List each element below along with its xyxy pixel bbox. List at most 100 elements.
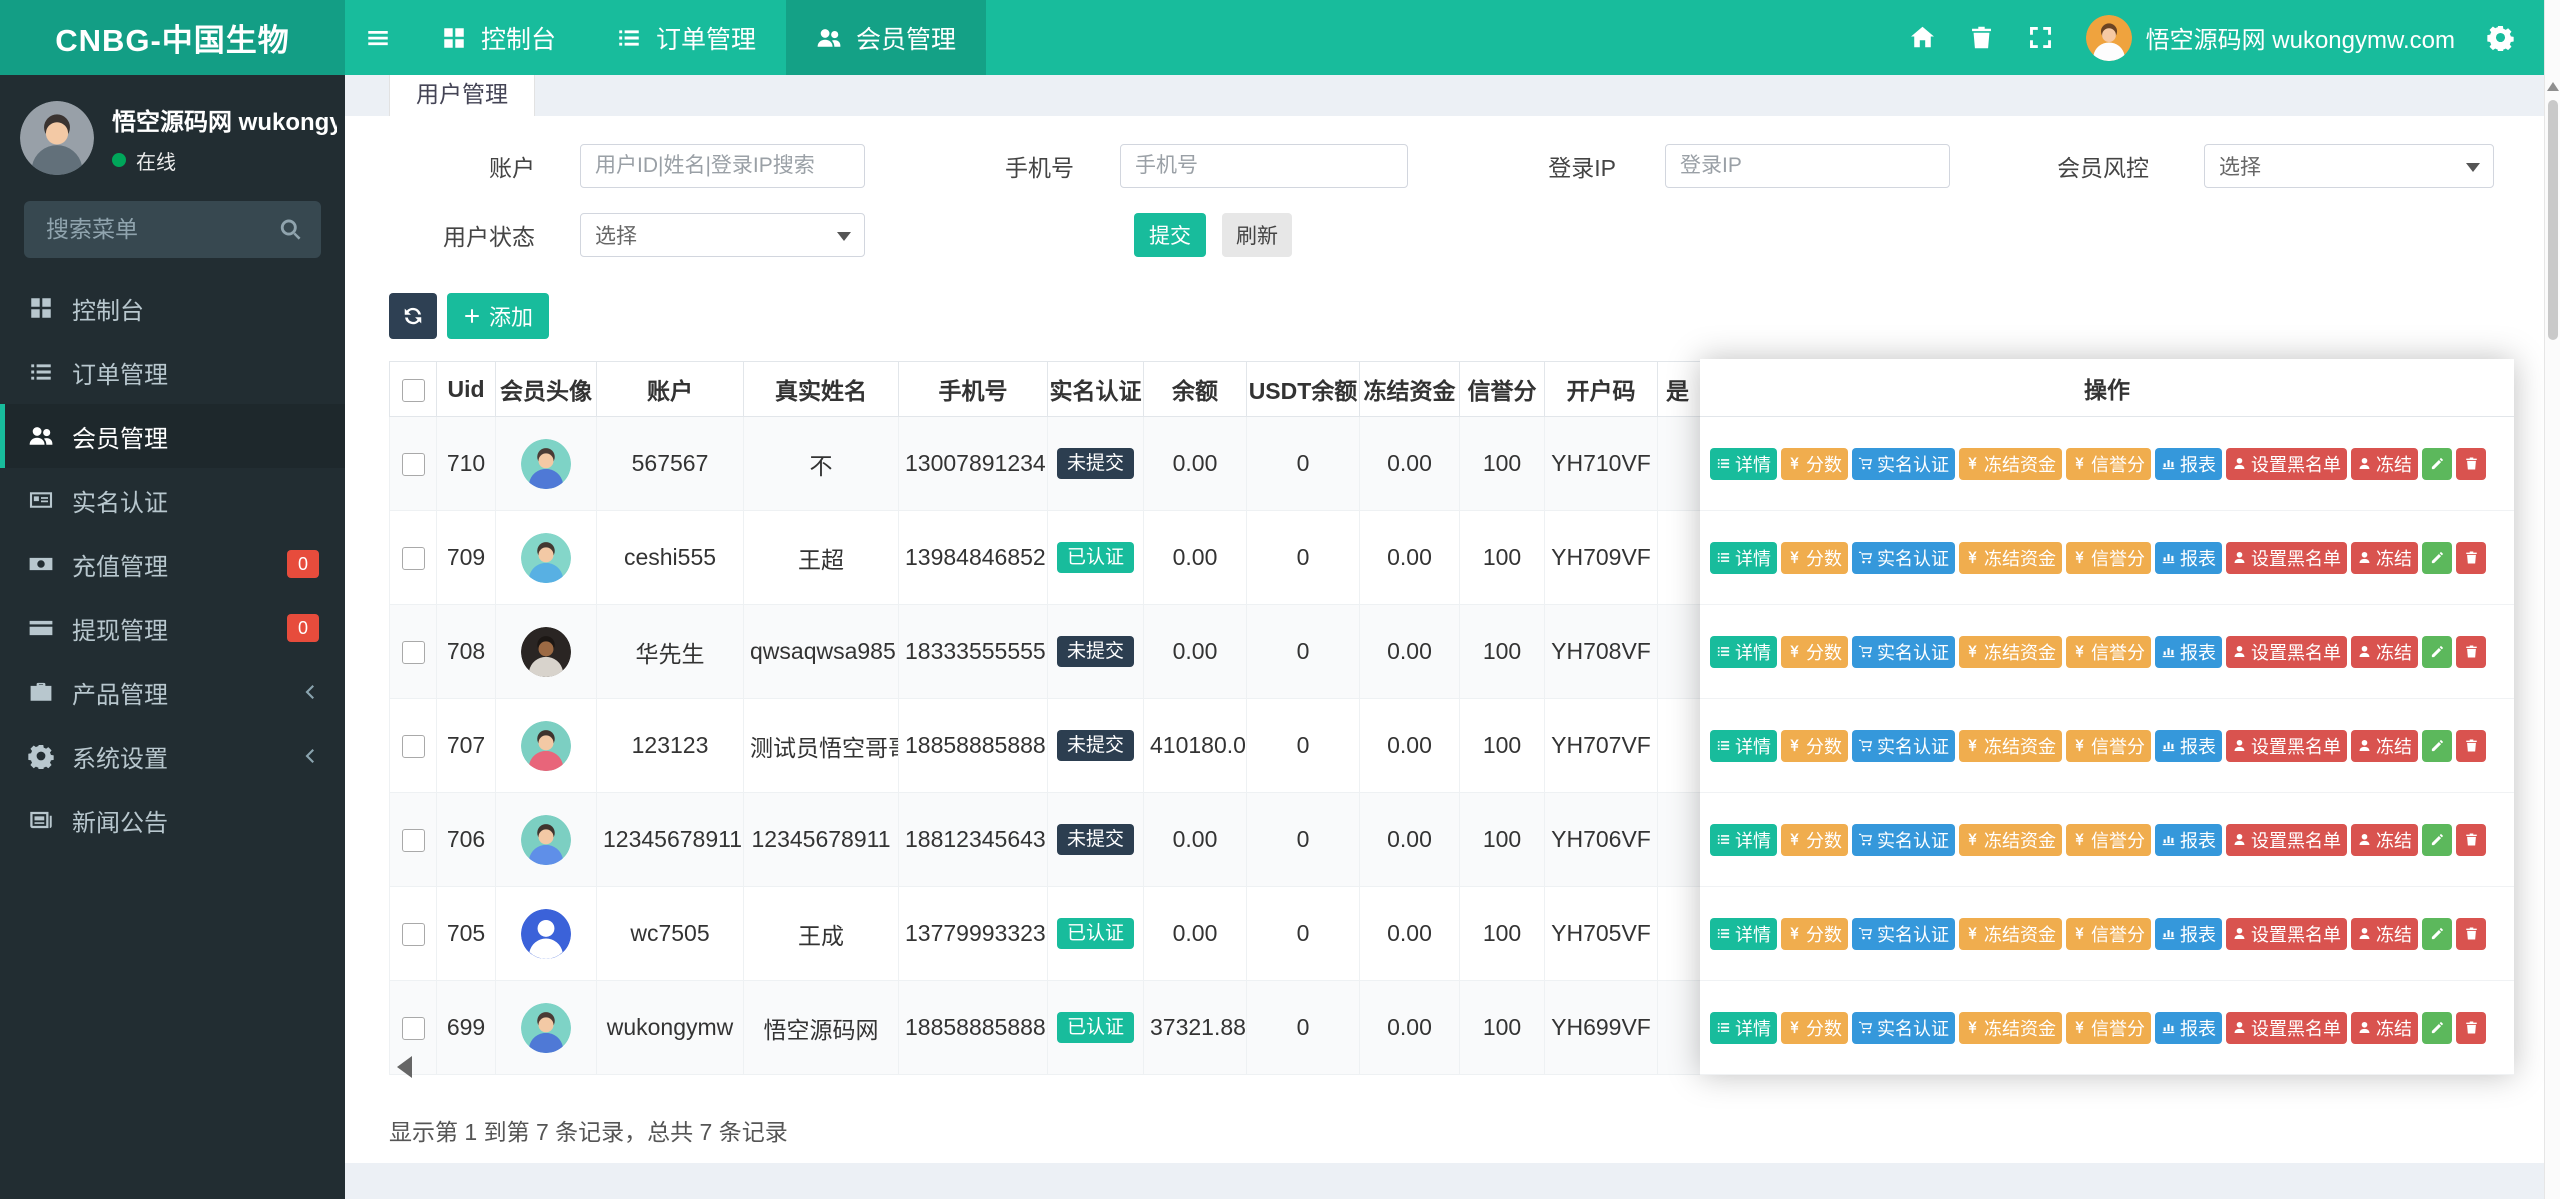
freeze-funds-button[interactable]: 冻结资金 (1959, 1012, 2062, 1044)
score-button[interactable]: 分数 (1781, 1012, 1848, 1044)
menu-search-input[interactable] (24, 201, 321, 258)
report-button[interactable]: 报表 (2155, 542, 2222, 574)
scroll-up-arrow-icon[interactable] (2547, 76, 2559, 91)
blacklist-button[interactable]: 设置黑名单 (2226, 918, 2347, 950)
phone-input[interactable] (1120, 144, 1408, 188)
credit-score-button[interactable]: 信誉分 (2066, 730, 2151, 762)
refresh-button[interactable]: 刷新 (1222, 213, 1292, 257)
blacklist-button[interactable]: 设置黑名单 (2226, 824, 2347, 856)
blacklist-button[interactable]: 设置黑名单 (2226, 730, 2347, 762)
sidebar-item-idcard[interactable]: 实名认证 (0, 468, 345, 532)
edit-button[interactable] (2422, 448, 2452, 480)
report-button[interactable]: 报表 (2155, 448, 2222, 480)
delete-button[interactable] (2456, 730, 2486, 762)
delete-button[interactable] (2456, 918, 2486, 950)
sidebar-item-news[interactable]: 新闻公告 (0, 788, 345, 852)
edit-button[interactable] (2422, 636, 2452, 668)
risk-control-select[interactable]: 选择 (2204, 144, 2494, 188)
delete-button[interactable] (2456, 1012, 2486, 1044)
login-ip-input[interactable] (1665, 144, 1950, 188)
blacklist-button[interactable]: 设置黑名单 (2226, 636, 2347, 668)
edit-button[interactable] (2422, 730, 2452, 762)
sidebar-item-recharge[interactable]: 充值管理0 (0, 532, 345, 596)
realname-auth-button[interactable]: 实名认证 (1852, 1012, 1955, 1044)
delete-button[interactable] (2456, 448, 2486, 480)
freeze-button[interactable]: 冻结 (2351, 1012, 2418, 1044)
user-status-select[interactable]: 选择 (580, 213, 865, 257)
edit-button[interactable] (2422, 824, 2452, 856)
detail-button[interactable]: 详情 (1710, 542, 1777, 574)
table-scroll-left-arrow[interactable] (397, 1056, 412, 1078)
clear-cache-button[interactable] (1968, 24, 1995, 51)
freeze-funds-button[interactable]: 冻结资金 (1959, 918, 2062, 950)
detail-button[interactable]: 详情 (1710, 730, 1777, 762)
row-checkbox[interactable] (402, 641, 425, 664)
delete-button[interactable] (2456, 636, 2486, 668)
sidebar-item-gear[interactable]: 系统设置 (0, 724, 345, 788)
page-scrollbar[interactable] (2544, 0, 2560, 1199)
row-checkbox[interactable] (402, 547, 425, 570)
detail-button[interactable]: 详情 (1710, 448, 1777, 480)
settings-button[interactable] (2487, 24, 2514, 51)
scrollbar-thumb[interactable] (2548, 100, 2558, 340)
report-button[interactable]: 报表 (2155, 918, 2222, 950)
sidebar-item-product[interactable]: 产品管理 (0, 660, 345, 724)
search-icon[interactable] (278, 217, 303, 242)
detail-button[interactable]: 详情 (1710, 824, 1777, 856)
score-button[interactable]: 分数 (1781, 824, 1848, 856)
sidebar-item-dashboard[interactable]: 控制台 (0, 276, 345, 340)
sidebar-toggle-button[interactable] (345, 0, 411, 75)
nav-item-dashboard[interactable]: 控制台 (411, 0, 586, 75)
detail-button[interactable]: 详情 (1710, 1012, 1777, 1044)
freeze-button[interactable]: 冻结 (2351, 918, 2418, 950)
table-refresh-button[interactable] (389, 293, 437, 339)
score-button[interactable]: 分数 (1781, 730, 1848, 762)
detail-button[interactable]: 详情 (1710, 636, 1777, 668)
sidebar-item-withdraw[interactable]: 提现管理0 (0, 596, 345, 660)
sidebar-item-list[interactable]: 订单管理 (0, 340, 345, 404)
edit-button[interactable] (2422, 918, 2452, 950)
freeze-button[interactable]: 冻结 (2351, 542, 2418, 574)
score-button[interactable]: 分数 (1781, 636, 1848, 668)
credit-score-button[interactable]: 信誉分 (2066, 918, 2151, 950)
report-button[interactable]: 报表 (2155, 1012, 2222, 1044)
freeze-button[interactable]: 冻结 (2351, 730, 2418, 762)
realname-auth-button[interactable]: 实名认证 (1852, 918, 1955, 950)
delete-button[interactable] (2456, 824, 2486, 856)
blacklist-button[interactable]: 设置黑名单 (2226, 1012, 2347, 1044)
select-all-checkbox[interactable] (402, 379, 425, 402)
edit-button[interactable] (2422, 1012, 2452, 1044)
row-checkbox[interactable] (402, 1017, 425, 1040)
blacklist-button[interactable]: 设置黑名单 (2226, 542, 2347, 574)
edit-button[interactable] (2422, 542, 2452, 574)
score-button[interactable]: 分数 (1781, 448, 1848, 480)
freeze-button[interactable]: 冻结 (2351, 824, 2418, 856)
freeze-button[interactable]: 冻结 (2351, 448, 2418, 480)
credit-score-button[interactable]: 信誉分 (2066, 448, 2151, 480)
row-checkbox[interactable] (402, 829, 425, 852)
freeze-funds-button[interactable]: 冻结资金 (1959, 636, 2062, 668)
freeze-funds-button[interactable]: 冻结资金 (1959, 448, 2062, 480)
report-button[interactable]: 报表 (2155, 730, 2222, 762)
add-member-button[interactable]: 添加 (447, 293, 549, 339)
realname-auth-button[interactable]: 实名认证 (1852, 542, 1955, 574)
report-button[interactable]: 报表 (2155, 824, 2222, 856)
account-search-input[interactable] (580, 144, 865, 188)
report-button[interactable]: 报表 (2155, 636, 2222, 668)
submit-button[interactable]: 提交 (1134, 213, 1206, 257)
row-checkbox[interactable] (402, 923, 425, 946)
freeze-funds-button[interactable]: 冻结资金 (1959, 542, 2062, 574)
realname-auth-button[interactable]: 实名认证 (1852, 636, 1955, 668)
realname-auth-button[interactable]: 实名认证 (1852, 448, 1955, 480)
credit-score-button[interactable]: 信誉分 (2066, 824, 2151, 856)
sidebar-item-users[interactable]: 会员管理 (0, 404, 345, 468)
score-button[interactable]: 分数 (1781, 542, 1848, 574)
app-logo[interactable]: CNBG-中国生物 (0, 0, 345, 75)
detail-button[interactable]: 详情 (1710, 918, 1777, 950)
credit-score-button[interactable]: 信誉分 (2066, 636, 2151, 668)
navbar-user-menu[interactable]: 悟空源码网 wukongymw.com (2086, 15, 2455, 61)
score-button[interactable]: 分数 (1781, 918, 1848, 950)
row-checkbox[interactable] (402, 735, 425, 758)
credit-score-button[interactable]: 信誉分 (2066, 1012, 2151, 1044)
realname-auth-button[interactable]: 实名认证 (1852, 824, 1955, 856)
